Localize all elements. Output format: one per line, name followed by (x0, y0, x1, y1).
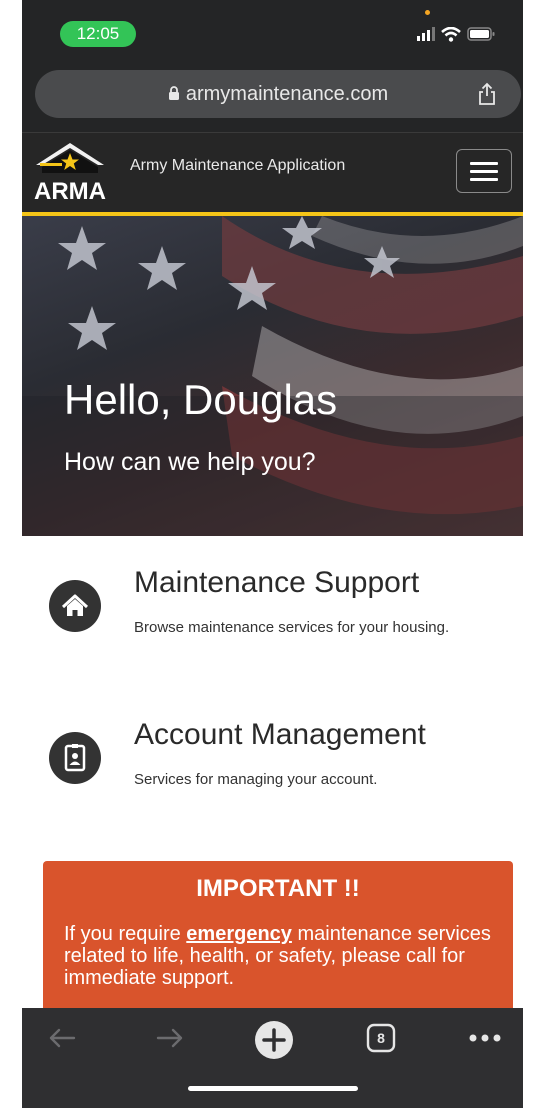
phone-screen: 12:05 armymaintenance.com ARMA Army Main… (0, 0, 539, 1108)
hero-banner: Hello, Douglas How can we help you? (22, 216, 523, 536)
hero-subtitle: How can we help you? (64, 448, 316, 476)
alert-text: If you require emergency maintenance ser… (64, 923, 504, 989)
status-time: 12:05 (60, 21, 136, 47)
url-text: armymaintenance.com (185, 83, 389, 105)
emergency-link[interactable]: emergency (186, 923, 292, 945)
hero-greeting: Hello, Douglas (64, 376, 338, 423)
browser-address-area: armymaintenance.com (22, 58, 523, 132)
status-bar: 12:05 (22, 0, 523, 58)
app-name: Army Maintenance Application (130, 157, 346, 174)
lock-icon (168, 85, 179, 100)
service-account-management[interactable]: Account Management Services for managing… (22, 712, 523, 802)
service-description: Browse maintenance services for your hou… (134, 619, 450, 636)
address-text-row: armymaintenance.com (35, 70, 521, 118)
alert-title: IMPORTANT !! (196, 875, 360, 902)
service-title: Maintenance Support (134, 566, 420, 599)
address-bar[interactable]: armymaintenance.com (35, 70, 521, 118)
browser-toolbar: 8 (22, 1008, 523, 1108)
arma-logo[interactable]: ARMA (32, 139, 108, 205)
tab-count: 8 (377, 1030, 385, 1046)
home-indicator[interactable] (188, 1086, 358, 1091)
tab-switcher-button[interactable]: 8 (366, 1023, 396, 1053)
site-header: ARMA Army Maintenance Application (22, 132, 523, 213)
share-icon[interactable] (477, 82, 497, 106)
logo-text: ARMA (34, 178, 106, 205)
screen: 12:05 armymaintenance.com ARMA Army Main… (22, 0, 523, 1108)
id-badge-icon (64, 744, 86, 772)
more-options-icon[interactable] (468, 1033, 502, 1043)
service-icon-circle (49, 732, 101, 784)
service-maintenance-support[interactable]: Maintenance Support Browse maintenance s… (22, 560, 523, 670)
hamburger-line (470, 177, 498, 181)
forward-arrow-icon[interactable] (154, 1022, 186, 1054)
hamburger-line (470, 161, 498, 165)
menu-toggle-button[interactable] (456, 149, 512, 193)
frame-left (0, 0, 22, 1108)
new-tab-plus-icon[interactable] (254, 1020, 294, 1060)
wifi-icon (441, 26, 461, 42)
battery-icon (467, 27, 495, 41)
home-icon (61, 594, 89, 616)
hamburger-line (470, 169, 498, 173)
service-title: Account Management (134, 718, 426, 751)
privacy-indicator-dot (425, 10, 430, 15)
frame-right (523, 0, 539, 1108)
status-icons (417, 26, 495, 42)
cellular-signal-icon (417, 27, 435, 41)
back-arrow-icon[interactable] (46, 1022, 78, 1054)
service-icon-circle (49, 580, 101, 632)
alert-text-before: If you require (64, 923, 187, 945)
important-alert: IMPORTANT !! If you require emergency ma… (43, 861, 513, 1021)
service-description: Services for managing your account. (134, 771, 378, 788)
